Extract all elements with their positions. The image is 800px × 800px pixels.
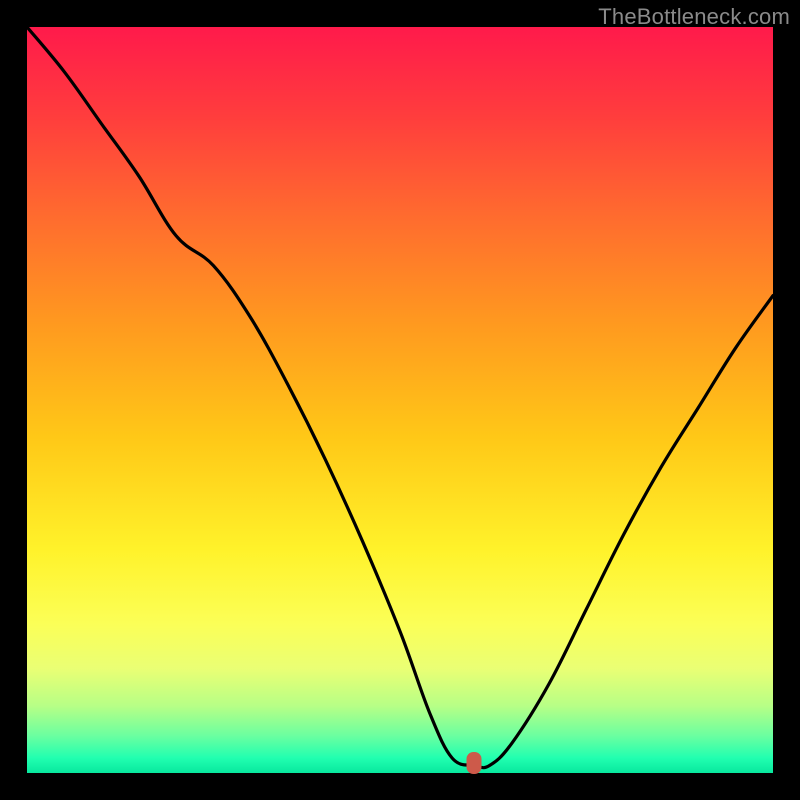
chart-frame: TheBottleneck.com (0, 0, 800, 800)
optimal-point-marker (467, 752, 482, 774)
plot-area (27, 27, 773, 773)
curve-path (27, 27, 773, 768)
watermark-text: TheBottleneck.com (598, 4, 790, 30)
bottleneck-curve (27, 27, 773, 773)
